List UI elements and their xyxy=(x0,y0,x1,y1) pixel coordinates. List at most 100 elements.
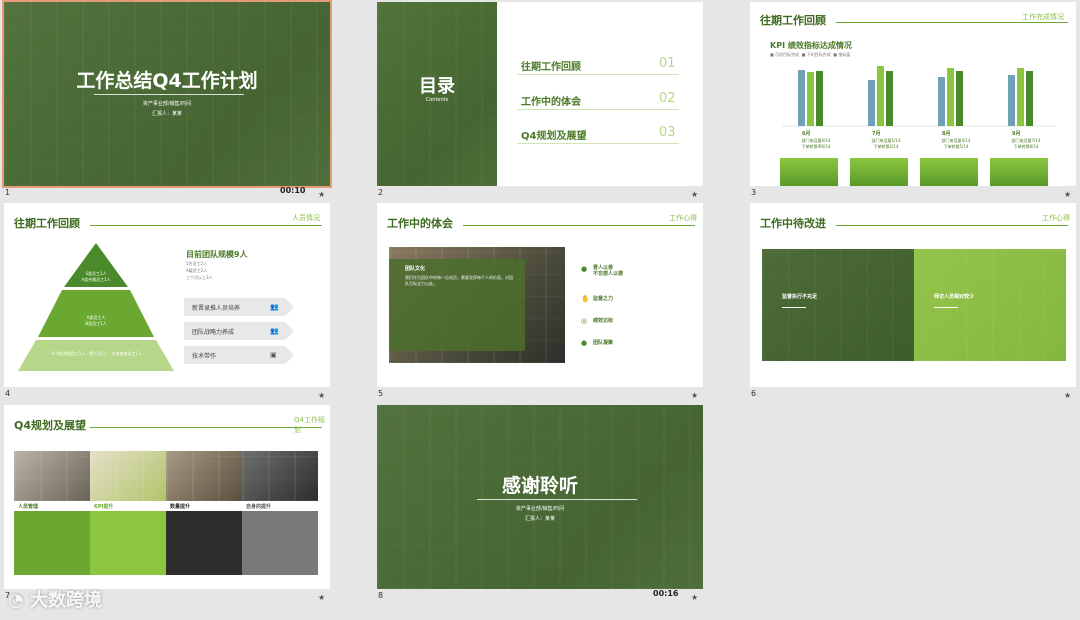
transition-star-icon[interactable]: ★ xyxy=(1064,190,1071,199)
slide-7-tag: Q4工作规划 xyxy=(294,416,325,434)
slide-1-subtitle: 资产事业部/销售/时间 xyxy=(142,101,192,107)
team-detail: 5名员工2人 xyxy=(186,261,208,266)
month-note: 部门电话量6/14 下单转换率6/14 xyxy=(801,138,831,149)
slide-number: 6 xyxy=(751,389,757,398)
slide-7-title: Q4规划及展望 xyxy=(14,419,87,432)
bars-8 xyxy=(938,68,963,126)
month-note: 部门电话量1/14 下单转换2/14 xyxy=(871,138,901,149)
slide-thumbnail-8[interactable]: 感谢聆听 资产事业部/销售/时间 汇报人：某某 8 00:16 ★ xyxy=(377,405,703,602)
slide-thumbnail-4[interactable]: 往期工作回顾 人员情况 S类员工1人 A类合格员工1人 A类员工人 B类员工1人… xyxy=(4,203,330,400)
watermark-logo: ◔ 大数跨境 xyxy=(8,586,102,612)
target-icon: ◎ xyxy=(581,317,588,325)
suit-photo xyxy=(242,451,318,501)
month-label: 6月 xyxy=(802,131,811,137)
culture-title: 团队文化 xyxy=(405,266,426,272)
chart-title: KPI 绩效指标达成情况 xyxy=(770,41,852,50)
transition-star-icon[interactable]: ★ xyxy=(318,391,325,400)
slide-sorter-grid: 工作总结Q4工作计划 资产事业部/销售/时间 汇报人：某某 1 00:10 ★ … xyxy=(0,0,1080,620)
action-item: 团队战略力养成 xyxy=(192,329,235,336)
col-body xyxy=(242,511,318,575)
toc-title: 目录 xyxy=(419,76,455,97)
transition-star-icon[interactable]: ★ xyxy=(691,593,698,602)
slide-timer: 00:16 xyxy=(653,589,679,598)
team-detail: 三个月以上3人 xyxy=(186,275,213,280)
room-photo xyxy=(166,451,242,501)
culture-body: 我们作为团队中的每一位成员，需要发挥每个人的价值，对团队目标全力以赴。 xyxy=(405,275,513,286)
people-icon: 👥 xyxy=(270,303,279,311)
slide-6-title: 工作中待改进 xyxy=(760,217,826,230)
slide-8-subtitle: 资产事业部/销售/时间 xyxy=(515,506,565,512)
chart-photo xyxy=(90,451,166,501)
action-item: 新晋录推人员培养 xyxy=(192,305,241,312)
col-heading: KPI提升 xyxy=(94,504,114,510)
improve-left: 监督执行不充足 xyxy=(782,294,818,300)
slide-4-tag: 人员情况 xyxy=(292,214,320,222)
legend-item: ■ 下旬目标完成 xyxy=(801,52,831,57)
col-body xyxy=(14,511,90,575)
slide-number: 1 xyxy=(5,188,11,197)
toc-item-1: 往期工作回顾 xyxy=(521,62,581,73)
hand-icon: ✋ xyxy=(581,295,590,303)
watermark-text: 大数跨境 xyxy=(30,590,102,611)
slide-timer: 00:10 xyxy=(280,186,306,195)
pyramid-level-3: B A类合格员工1人 · 第三月1人 · 业务结束员工1人 xyxy=(51,351,142,356)
col-body xyxy=(90,511,166,575)
slide-thumbnail-1[interactable]: 工作总结Q4工作计划 资产事业部/销售/时间 汇报人：某某 1 00:10 ★ xyxy=(2,0,332,199)
toc-item-2: 工作中的体会 xyxy=(521,97,581,108)
slide-thumbnail-3[interactable]: 往期工作回顾 工作完成情况 KPI 绩效指标达成情况 ■ 月初目标完成 ■ 下旬… xyxy=(750,2,1076,199)
meeting-photo xyxy=(14,451,90,501)
legend-item: ■ 月初目标完成 xyxy=(770,52,800,57)
person-icon: ▣ xyxy=(270,351,277,359)
point-title: 晋人以善 不忘感人以德 xyxy=(593,265,624,277)
month-label: 9月 xyxy=(1012,131,1021,137)
slide-number: 4 xyxy=(5,389,11,398)
slide-1-title: 工作总结Q4工作计划 xyxy=(76,70,258,92)
slide-thumbnail-7[interactable]: Q4规划及展望 Q4工作规划 人员管理 KPI提升 数量提升 自身的提升 7 ★ xyxy=(4,405,330,602)
slide-number: 5 xyxy=(378,389,384,398)
month-note: 部门电话量7/14 下单转换8/14 xyxy=(1011,138,1041,149)
toc-num-2: 02 xyxy=(659,91,676,106)
slide-5-tag: 工作心得 xyxy=(669,214,697,222)
slide-number: 3 xyxy=(751,188,757,197)
point-title: 绩效达标 xyxy=(593,318,614,324)
transition-star-icon[interactable]: ★ xyxy=(691,391,698,400)
team-size: 目前团队规模9人 xyxy=(186,250,248,259)
logo-icon: ◔ xyxy=(8,590,24,611)
slide-thumbnail-2[interactable]: 目录 Contents 往期工作回顾 01 工作中的体会 02 Q4规划及展望 … xyxy=(377,2,703,199)
improve-right: 拜访人员相对较少 xyxy=(934,294,975,300)
slide-3-title: 往期工作回顾 xyxy=(760,14,826,27)
transition-star-icon[interactable]: ★ xyxy=(1064,391,1071,400)
team-icon: ● xyxy=(581,339,588,347)
month-label: 8月 xyxy=(942,131,951,137)
toc-num-1: 01 xyxy=(659,56,676,71)
slide-8-reporter: 汇报人：某某 xyxy=(524,516,555,522)
transition-star-icon[interactable]: ★ xyxy=(691,190,698,199)
slide-number: 2 xyxy=(378,188,384,197)
month-label: 7月 xyxy=(872,131,881,137)
pyramid-level-2: A类员工人 B类员工1人 xyxy=(85,315,107,326)
slide-1-reporter: 汇报人：某某 xyxy=(151,111,182,117)
slide-thumbnail-5[interactable]: 工作中的体会 工作心得 团队文化 我们作为团队中的每一位成员，需要发挥每个人的价… xyxy=(377,203,703,400)
bars-9 xyxy=(1008,68,1033,126)
slide-thumbnail-6[interactable]: 工作中待改进 工作心得 监督执行不充足 拜访人员相对较少 6 ★ xyxy=(750,203,1076,400)
point-title: 团队凝聚 xyxy=(593,340,614,346)
col-heading: 自身的提升 xyxy=(246,504,272,510)
month-note: 部门电话量4/14 下单转换5/14 xyxy=(941,138,971,149)
col-body xyxy=(166,511,242,575)
transition-star-icon[interactable]: ★ xyxy=(318,190,325,199)
toc-num-3: 03 xyxy=(659,125,676,140)
action-item: 技术带作 xyxy=(192,353,217,360)
slide-5-title: 工作中的体会 xyxy=(387,217,453,230)
legend-item: ■ 指标值 xyxy=(833,52,851,57)
point-title: 监督之力 xyxy=(593,296,614,302)
pyramid-level-1: S类员工1人 A类合格员工1人 xyxy=(81,271,111,282)
toc-subtitle: Contents xyxy=(425,97,449,103)
slide-number: 8 xyxy=(378,591,384,600)
toc-item-3: Q4规划及展望 xyxy=(521,131,587,142)
people-icon: 👥 xyxy=(270,327,279,335)
col-heading: 人员管理 xyxy=(18,504,39,510)
slide-3-tag: 工作完成情况 xyxy=(1022,13,1064,21)
transition-star-icon[interactable]: ★ xyxy=(318,593,325,602)
bars-6 xyxy=(798,70,823,126)
slide-6-tag: 工作心得 xyxy=(1042,214,1070,222)
